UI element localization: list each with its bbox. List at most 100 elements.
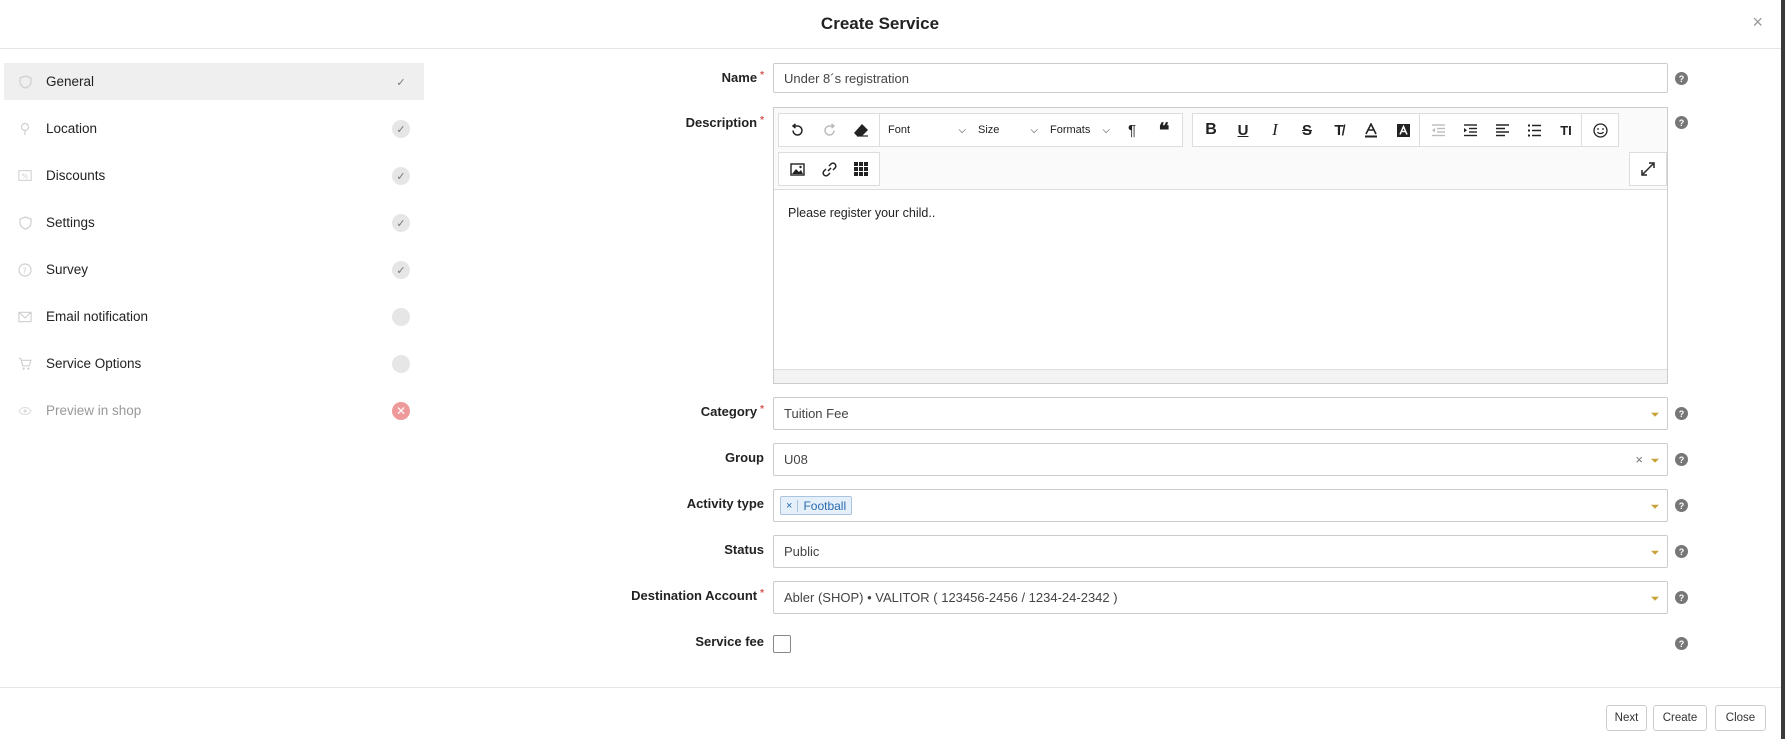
fullscreen-icon[interactable] (1632, 153, 1664, 185)
dropdown-caret-icon (1651, 458, 1659, 463)
sidebar-item-discounts[interactable]: % Discounts ✓ (4, 157, 424, 194)
incomplete-status-dot (392, 355, 410, 373)
sidebar-item-email-notification[interactable]: Email notification (4, 298, 424, 335)
fullscreen-group (1629, 152, 1667, 186)
create-service-modal: Create Service × General ✓ Location ✓ % … (0, 0, 1785, 739)
description-label: Description * (685, 115, 764, 130)
sidebar-item-label: Settings (46, 215, 95, 230)
activity-type-multiselect[interactable]: × Football (773, 489, 1668, 522)
text-color-icon[interactable] (1355, 114, 1387, 146)
blockquote-icon[interactable]: ❝ (1148, 114, 1180, 146)
description-editor: Font ⌵ Size ⌵ Formats ⌵ ¶ ❝ B U I S T̸ T… (773, 107, 1668, 384)
strikethrough-icon[interactable]: S (1291, 114, 1323, 146)
tag-label: Football (803, 498, 847, 513)
redo-icon[interactable] (813, 114, 845, 146)
indent-icon[interactable] (1454, 114, 1486, 146)
cart-icon (18, 357, 32, 371)
group-label: Group (725, 450, 764, 465)
shield-icon (18, 74, 32, 89)
category-select[interactable]: Tuition Fee (773, 397, 1668, 430)
dropdown-caret-icon (1651, 504, 1659, 509)
modal-title: Create Service (820, 14, 940, 33)
eraser-icon[interactable] (845, 114, 877, 146)
size-select[interactable]: Size ⌵ (972, 114, 1044, 146)
table-icon[interactable] (845, 153, 877, 185)
scrollbar[interactable] (1781, 0, 1785, 739)
remove-tag-icon[interactable]: × (781, 499, 799, 512)
error-x-icon: ✕ (392, 402, 410, 420)
sidebar-item-label: Survey (46, 262, 89, 277)
alignment-group: TI (1419, 113, 1585, 147)
sidebar-item-preview-in-shop[interactable]: Preview in shop ✕ (4, 392, 424, 429)
bold-icon[interactable]: B (1195, 114, 1227, 146)
numbered-list-icon[interactable] (1518, 114, 1550, 146)
paragraph-icon[interactable]: ¶ (1116, 114, 1148, 146)
sidebar-item-label: Email notification (46, 309, 149, 324)
underline-icon[interactable]: U (1227, 114, 1259, 146)
description-row: Description * ? Font ⌵ Size ⌵ Formats ⌵ … (600, 60, 1780, 390)
font-select[interactable]: Font ⌵ (882, 114, 972, 146)
group-row: Group U08 × ? (600, 443, 1780, 476)
sidebar-item-settings[interactable]: Settings ✓ (4, 204, 424, 241)
eye-icon (18, 404, 32, 418)
clear-format-icon[interactable]: T̸ (1323, 114, 1355, 146)
insert-group (778, 152, 880, 186)
close-button[interactable]: Close (1715, 705, 1766, 731)
svg-text:?: ? (23, 266, 27, 275)
category-value: Tuition Fee (784, 406, 849, 421)
history-group (778, 113, 880, 147)
image-icon[interactable] (781, 153, 813, 185)
next-button[interactable]: Next (1606, 705, 1647, 731)
sidebar-item-label: Location (46, 121, 98, 136)
status-select[interactable]: Public (773, 535, 1668, 568)
activity-type-label: Activity type (686, 496, 764, 511)
chevron-down-icon: ⌵ (1102, 124, 1110, 136)
dropdown-caret-icon (1651, 550, 1659, 555)
help-icon[interactable]: ? (1675, 453, 1688, 466)
activity-type-row: Activity type × Football ? (600, 489, 1780, 522)
sidebar-item-survey[interactable]: ? Survey ✓ (4, 251, 424, 288)
percent-tag-icon: % (18, 169, 32, 183)
undo-icon[interactable] (781, 114, 813, 146)
emoji-group (1581, 113, 1619, 147)
sidebar-item-location[interactable]: Location ✓ (4, 110, 424, 147)
status-row: Status Public ? (600, 535, 1780, 568)
help-icon[interactable]: ? (1675, 591, 1688, 604)
service-fee-label: Service fee (695, 634, 764, 649)
sidebar-item-label: Discounts (46, 168, 106, 183)
help-icon[interactable]: ? (1675, 545, 1688, 558)
complete-check-icon: ✓ (392, 261, 410, 279)
outdent-icon[interactable] (1422, 114, 1454, 146)
description-content[interactable]: Please register your child.. (774, 190, 1667, 370)
group-select[interactable]: U08 × (773, 443, 1668, 476)
link-icon[interactable] (813, 153, 845, 185)
help-icon[interactable]: ? (1675, 637, 1688, 650)
create-button[interactable]: Create (1653, 705, 1707, 731)
close-icon[interactable]: × (1752, 12, 1763, 33)
help-icon[interactable]: ? (1675, 116, 1688, 129)
status-value: Public (784, 544, 820, 559)
italic-icon[interactable]: I (1259, 114, 1291, 146)
status-label: Status (724, 542, 764, 557)
complete-check-icon: ✓ (396, 76, 406, 89)
sidebar-item-label: Service Options (46, 356, 142, 371)
editor-statusbar (774, 369, 1667, 383)
destination-account-select[interactable]: Abler (SHOP) • VALITOR ( 123456-2456 / 1… (773, 581, 1668, 614)
incomplete-status-dot (392, 308, 410, 326)
sidebar-item-service-options[interactable]: Service Options (4, 345, 424, 382)
svg-text:%: % (22, 173, 29, 181)
help-icon[interactable]: ? (1675, 407, 1688, 420)
service-fee-checkbox[interactable] (773, 635, 791, 653)
destination-account-label: Destination Account * (631, 588, 764, 603)
text-direction-icon[interactable]: TI (1550, 114, 1582, 146)
sidebar-item-general[interactable]: General ✓ (4, 63, 424, 100)
clear-selection-icon[interactable]: × (1635, 452, 1643, 467)
emoji-icon[interactable] (1584, 114, 1616, 146)
background-color-icon[interactable] (1387, 114, 1419, 146)
help-icon[interactable]: ? (1675, 499, 1688, 512)
formats-select[interactable]: Formats ⌵ (1044, 114, 1116, 146)
question-circle-icon: ? (18, 262, 32, 277)
complete-check-icon: ✓ (392, 120, 410, 138)
text-style-group: B U I S T̸ (1192, 113, 1422, 147)
align-left-icon[interactable] (1486, 114, 1518, 146)
